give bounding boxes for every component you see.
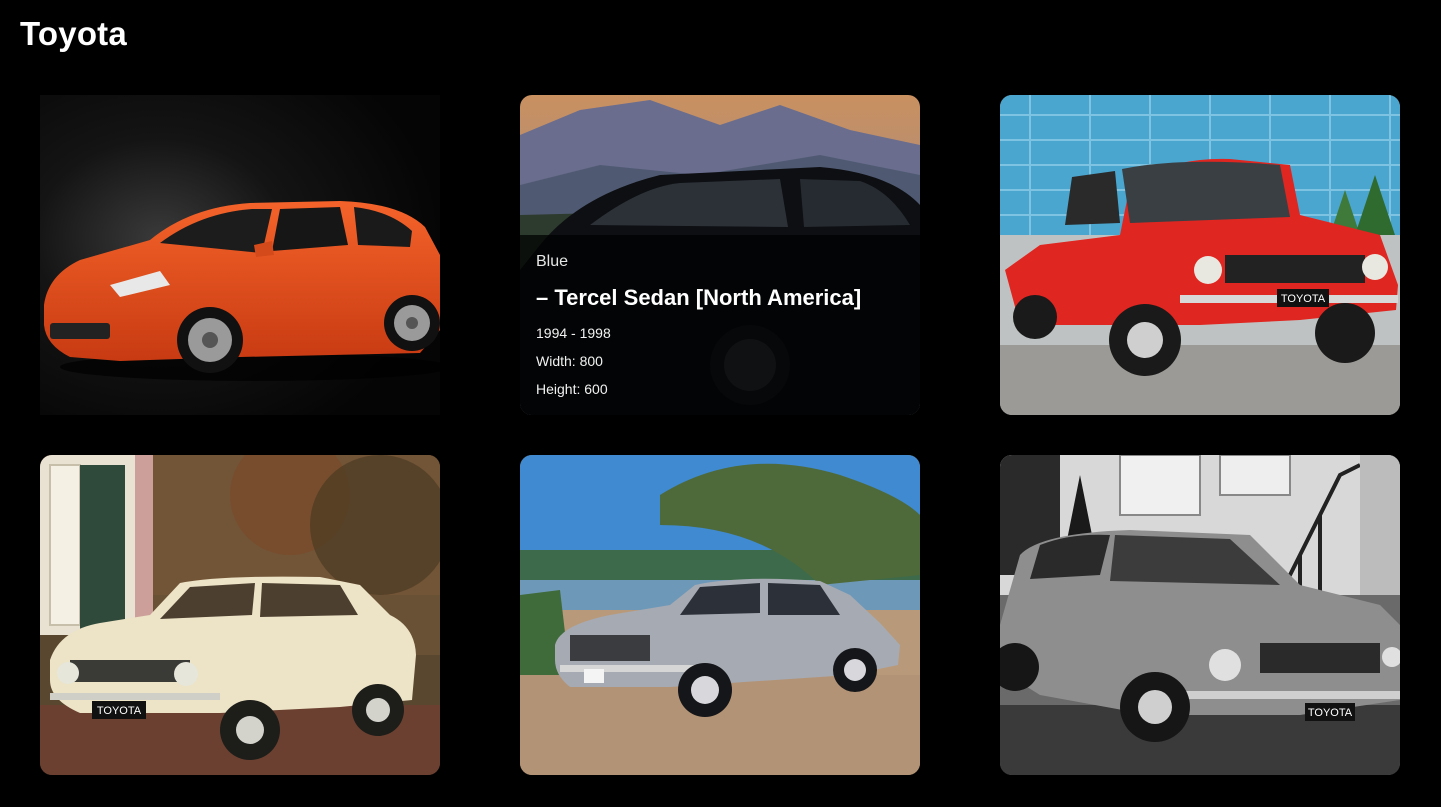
car-photo-silver-sedan <box>520 455 920 775</box>
page-title: Toyota <box>20 15 127 52</box>
license-plate-text: TOYOTA <box>97 705 142 717</box>
car-card-3[interactable]: TOYOTA <box>1000 95 1400 415</box>
car-card-1[interactable] <box>40 95 440 415</box>
image-width: Width: 800 <box>536 353 603 369</box>
car-photo-orange-hatchback <box>40 95 440 415</box>
car-card-5[interactable] <box>520 455 920 775</box>
car-info-overlay: Blue – Tercel Sedan [North America] 1994… <box>520 235 920 415</box>
image-height: Height: 600 <box>536 381 608 397</box>
car-photo-red-coupe: TOYOTA <box>1000 95 1400 415</box>
license-plate-text: TOYOTA <box>1308 707 1353 719</box>
car-card-6[interactable]: TOYOTA <box>1000 455 1400 775</box>
car-photo-bw-coupe: TOYOTA <box>1000 455 1400 775</box>
license-plate-text: TOYOTA <box>1281 293 1326 305</box>
car-years: 1994 - 1998 <box>536 325 611 341</box>
car-card-4[interactable]: TOYOTA <box>40 455 440 775</box>
car-color: Blue <box>536 253 569 270</box>
gallery-page: Toyota Blue – Tercel Sedan [North Americ… <box>0 0 1441 807</box>
car-photo-cream-sedan: TOYOTA <box>40 455 440 775</box>
car-card-2[interactable]: Blue – Tercel Sedan [North America] 1994… <box>520 95 920 415</box>
car-model: – Tercel Sedan [North America] <box>536 285 862 310</box>
